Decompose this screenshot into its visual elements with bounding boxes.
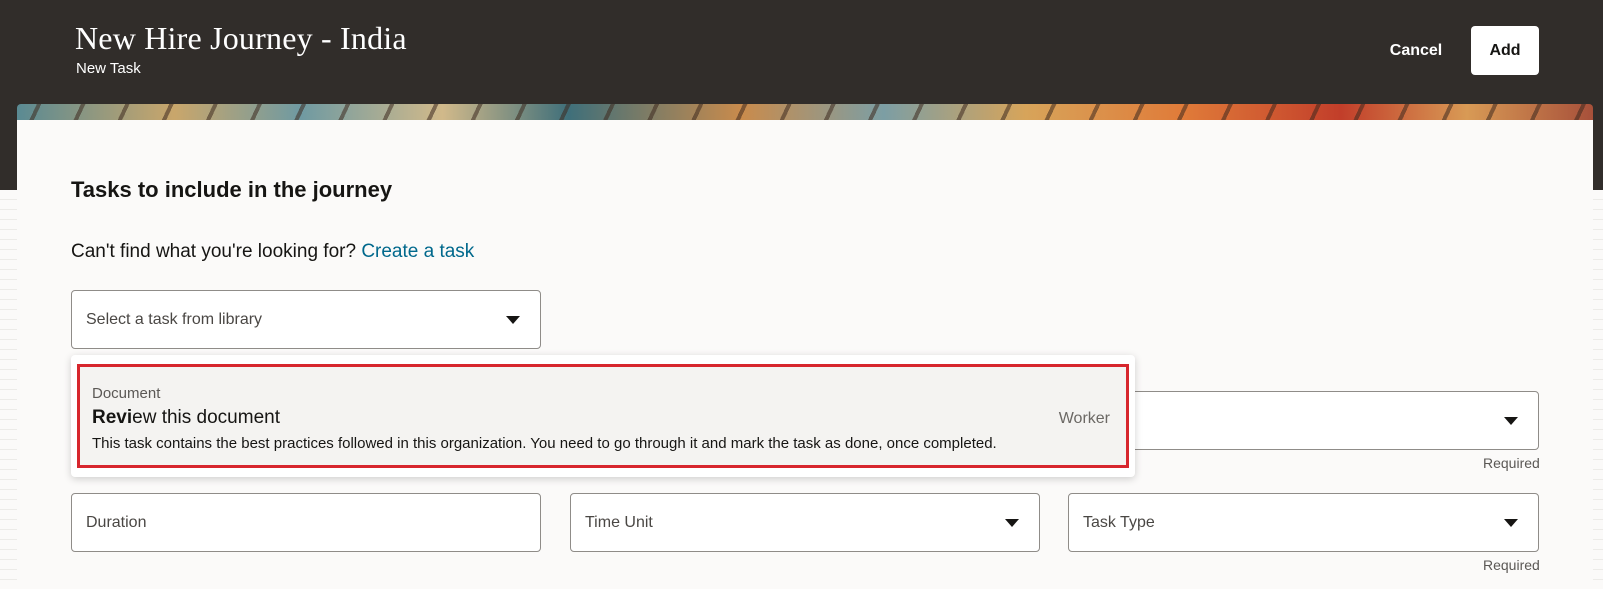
help-question: Can't find what you're looking for? (71, 241, 357, 262)
option-category: Document (92, 385, 161, 402)
page-title: New Hire Journey - India (75, 20, 407, 56)
add-button[interactable]: Add (1471, 26, 1539, 75)
option-description: This task contains the best practices fo… (92, 435, 997, 452)
list-item-review-document[interactable]: Document Review this document This task … (77, 364, 1129, 468)
chevron-down-icon[interactable] (506, 315, 520, 324)
task-library-dropdown: Document Review this document This task … (71, 355, 1135, 477)
option-title-rest: ew this document (132, 407, 280, 428)
time-unit-placeholder: Time Unit (585, 513, 653, 531)
page-subtitle: New Task (76, 60, 141, 77)
option-title: Review this document (92, 407, 280, 429)
task-library-select[interactable]: Select a task from library (71, 290, 541, 349)
required-hint: Required (1483, 557, 1540, 573)
section-title: Tasks to include in the journey (71, 177, 393, 202)
assignee-select[interactable] (1068, 391, 1539, 450)
task-library-placeholder: Select a task from library (86, 310, 263, 328)
chevron-down-icon[interactable] (1504, 518, 1518, 527)
decorative-banner (17, 104, 1593, 120)
option-role: Worker (1058, 410, 1110, 427)
task-type-placeholder: Task Type (1083, 513, 1155, 531)
create-task-link[interactable]: Create a task (361, 241, 474, 262)
duration-input[interactable]: Duration (71, 493, 541, 552)
cancel-button[interactable]: Cancel (1376, 36, 1456, 66)
task-type-select[interactable]: Task Type (1068, 493, 1539, 552)
required-hint: Required (1483, 455, 1540, 471)
chevron-down-icon[interactable] (1504, 416, 1518, 425)
chevron-down-icon[interactable] (1005, 518, 1019, 527)
time-unit-select[interactable]: Time Unit (570, 493, 1040, 552)
help-text: Can't find what you're looking for? Crea… (71, 241, 474, 263)
duration-placeholder: Duration (86, 513, 147, 531)
option-title-match: Revi (92, 407, 133, 428)
